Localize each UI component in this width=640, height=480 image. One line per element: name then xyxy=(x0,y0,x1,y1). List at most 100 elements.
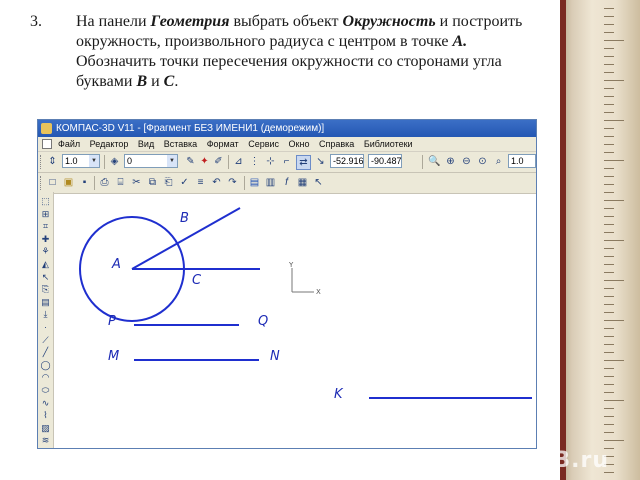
ortho-mode-icon[interactable]: ⌐ xyxy=(280,155,293,168)
zoom-in-icon[interactable]: ⊕ xyxy=(444,155,457,168)
select-icon[interactable]: ↖ xyxy=(40,272,51,283)
x-coordinate-field[interactable]: -52.916 xyxy=(330,154,364,168)
insert-icon[interactable]: ⤓ xyxy=(40,309,51,320)
line-scale-field[interactable]: 1.0 ▼ xyxy=(62,154,100,168)
ruler-tick xyxy=(604,168,614,169)
current-cs-icon[interactable]: ⊹ xyxy=(264,155,277,168)
menu-insert[interactable]: Вставка xyxy=(164,137,197,151)
ellipse-icon[interactable]: ⬭ xyxy=(40,385,51,396)
ruler-tick xyxy=(604,368,614,369)
ortho-icon[interactable]: ✎ xyxy=(184,155,197,168)
menu-libraries[interactable]: Библиотеки xyxy=(364,137,413,151)
equidistant-icon[interactable]: ≋ xyxy=(40,435,51,446)
menu-view[interactable]: Вид xyxy=(138,137,154,151)
spec-icon[interactable]: ⎘ xyxy=(40,284,51,295)
snap-icon[interactable]: ✦ xyxy=(198,155,211,168)
copy-icon[interactable]: ⧉ xyxy=(146,176,159,189)
label-k: K xyxy=(334,387,344,402)
hatch-icon[interactable]: ▨ xyxy=(40,423,51,434)
ruler-tick xyxy=(604,56,614,57)
pointer-icon[interactable]: ↖ xyxy=(312,176,325,189)
ruler-tick xyxy=(604,264,614,265)
ruler-tick xyxy=(604,224,614,225)
measure-icon[interactable]: ◭ xyxy=(40,259,51,270)
circle-icon[interactable]: ◯ xyxy=(40,360,51,371)
toolbar-separator xyxy=(422,155,423,169)
kompas-window: КОМПАС-3D V11 - [Фрагмент БЕЗ ИМЕНИ1 (де… xyxy=(37,119,537,449)
task-emphasis: B xyxy=(136,73,148,90)
undo-icon[interactable]: ↶ xyxy=(210,176,223,189)
library-icon[interactable]: ▥ xyxy=(264,176,277,189)
ruler-tick xyxy=(604,216,614,217)
format-painter-icon[interactable]: ✓ xyxy=(178,176,191,189)
arc-icon[interactable]: ◠ xyxy=(40,372,51,383)
menu-edit[interactable]: Редактор xyxy=(90,137,129,151)
window-title: КОМПАС-3D V11 - [Фрагмент БЕЗ ИМЕНИ1 (де… xyxy=(56,123,325,134)
ruler-tick xyxy=(604,280,624,281)
menu-bar: Файл Редактор Вид Вставка Формат Сервис … xyxy=(38,137,536,152)
open-icon[interactable]: ▣ xyxy=(62,176,75,189)
window-titlebar[interactable]: КОМПАС-3D V11 - [Фрагмент БЕЗ ИМЕНИ1 (де… xyxy=(38,120,536,137)
zoom-field[interactable]: 1.0 xyxy=(508,154,536,168)
layer-icon: ◈ xyxy=(110,156,119,167)
document-icon[interactable] xyxy=(42,139,52,149)
toolbar-grip[interactable] xyxy=(40,155,44,169)
zoom-out-icon[interactable]: ⊖ xyxy=(460,155,473,168)
y-coordinate-field[interactable]: -90.487 xyxy=(368,154,402,168)
paste-icon[interactable]: ⎗ xyxy=(162,176,175,189)
local-cs-icon[interactable]: ⊿ xyxy=(232,155,245,168)
ruler-tick xyxy=(604,376,614,377)
task-body: На панели Геометрия выбрать объект Окруж… xyxy=(76,12,550,92)
ruler-tick xyxy=(604,80,624,81)
polyline-icon[interactable]: ⌇ xyxy=(40,410,51,421)
menu-help[interactable]: Справка xyxy=(319,137,354,151)
menu-service[interactable]: Сервис xyxy=(248,137,279,151)
ruler-tick xyxy=(604,248,614,249)
origin-x-label: X xyxy=(316,288,321,296)
toolbar-grip[interactable] xyxy=(40,176,44,190)
cut-icon[interactable]: ✂ xyxy=(130,176,143,189)
ruler-tick xyxy=(604,208,614,209)
menu-window[interactable]: Окно xyxy=(289,137,310,151)
snap-settings-icon[interactable]: ✐ xyxy=(212,155,225,168)
segment-icon[interactable]: ╱ xyxy=(40,347,51,358)
drawing-svg[interactable]: Y X A B C P Q M N K xyxy=(54,192,536,448)
ruler-tick xyxy=(604,256,614,257)
manager-icon[interactable]: ▤ xyxy=(248,176,261,189)
print-icon[interactable]: ⎙ xyxy=(98,176,111,189)
dimensions-icon[interactable]: ⊞ xyxy=(40,209,51,220)
parametrization-icon[interactable]: ⚘ xyxy=(40,246,51,257)
chevron-down-icon[interactable]: ▼ xyxy=(89,155,99,167)
auxline-icon[interactable]: ⟋ xyxy=(40,335,51,346)
reports-icon[interactable]: ▤ xyxy=(40,297,51,308)
ruler-tick xyxy=(604,392,614,393)
spline-icon[interactable]: ∿ xyxy=(40,398,51,409)
menu-format[interactable]: Формат xyxy=(207,137,239,151)
variables-icon[interactable]: f xyxy=(280,176,293,189)
chevron-down-icon[interactable]: ▼ xyxy=(167,155,177,167)
drawing-canvas[interactable]: Y X A B C P Q M N K xyxy=(54,192,536,448)
notation-icon[interactable]: ⌗ xyxy=(40,221,51,232)
ruler-tick xyxy=(604,296,614,297)
label-q: Q xyxy=(258,314,268,329)
point-icon[interactable]: · xyxy=(40,322,51,333)
edit-icon[interactable]: ✚ xyxy=(40,234,51,245)
new-doc-icon[interactable]: □ xyxy=(46,176,59,189)
preview-icon[interactable]: ⌸ xyxy=(114,176,127,189)
menu-file[interactable]: Файл xyxy=(58,137,80,151)
properties-icon[interactable]: ≡ xyxy=(194,176,207,189)
layer-field[interactable]: 0 ▼ xyxy=(124,154,178,168)
zoom-window-icon[interactable]: 🔍 xyxy=(428,155,441,168)
ruler-tick xyxy=(604,336,614,337)
cursor-mode-icon[interactable]: ⇄ xyxy=(296,155,311,170)
geometry-icon[interactable]: ⬚ xyxy=(40,196,51,207)
save-icon[interactable]: ▪ xyxy=(78,176,91,189)
grid-icon[interactable]: ⋮ xyxy=(248,155,261,168)
zoom-all-icon[interactable]: ⊙ xyxy=(476,155,489,168)
ruler-tick xyxy=(604,88,614,89)
task-text: 3. На панели Геометрия выбрать объект Ок… xyxy=(30,12,550,92)
standard-toolbar: □ ▣ ▪ ⎙ ⌸ ✂ ⧉ ⎗ ✓ ≡ ↶ ↷ ▤ ▥ f ▦ ↖ xyxy=(38,173,536,194)
library-manager-icon[interactable]: ▦ xyxy=(296,176,309,189)
ruler-tick xyxy=(604,400,624,401)
redo-icon[interactable]: ↷ xyxy=(226,176,239,189)
